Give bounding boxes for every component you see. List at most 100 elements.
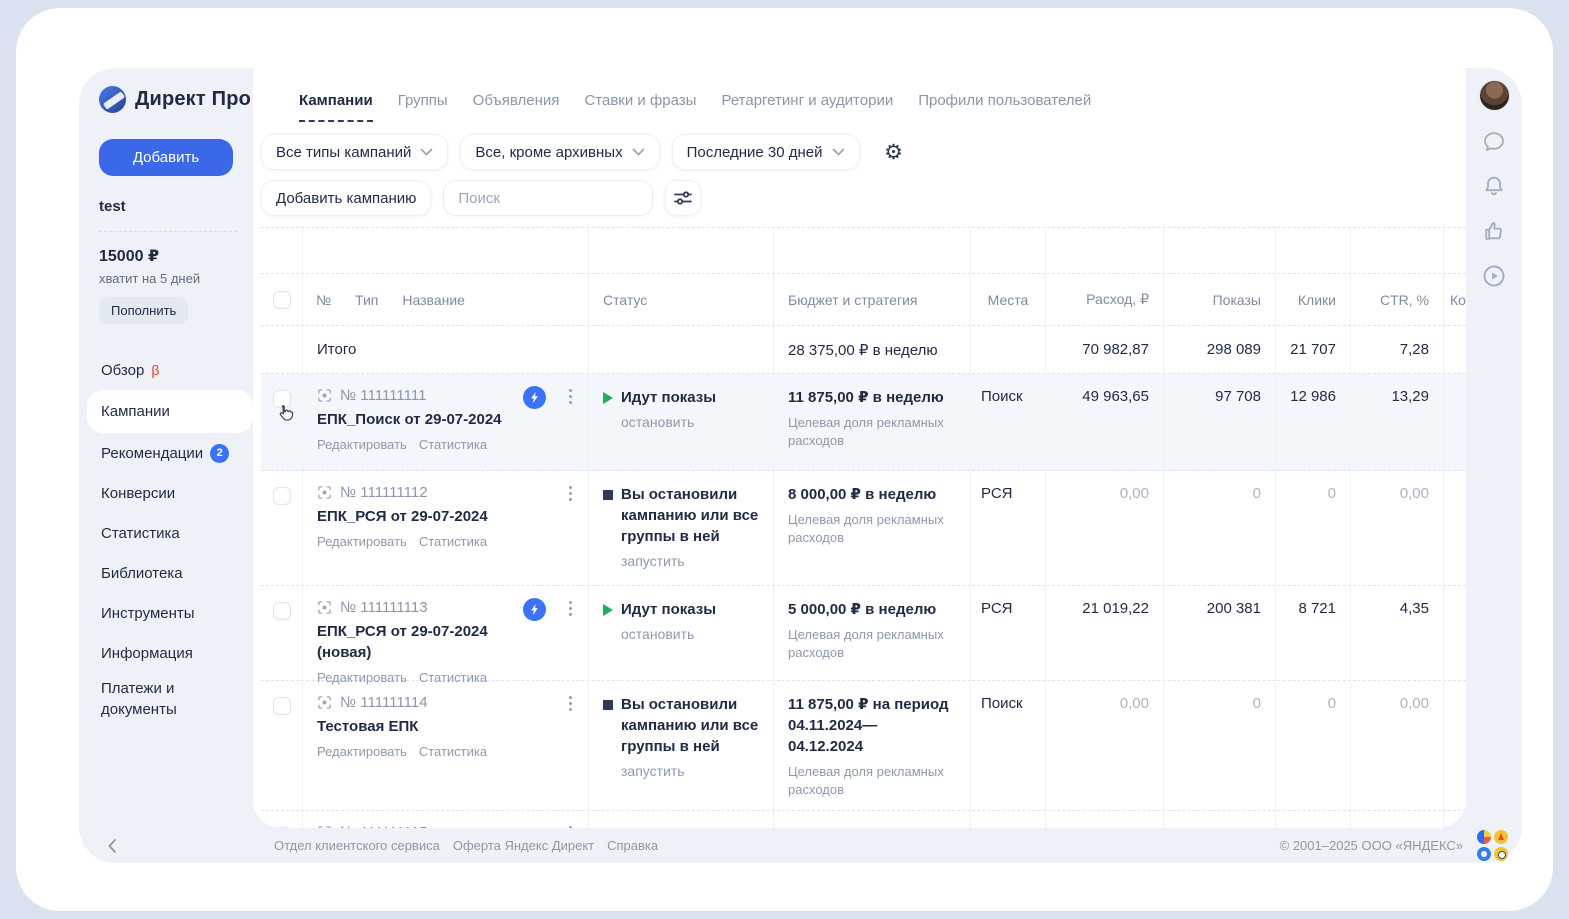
table-row: № 111111112 ЕПК_РСЯ от 29-07-2024 Редакт… xyxy=(261,471,1466,586)
right-icon-rail xyxy=(1466,68,1522,828)
user-avatar[interactable] xyxy=(1479,80,1510,111)
add-campaign-button[interactable]: Добавить кампанию xyxy=(261,180,431,216)
col-conversions-clipped[interactable]: Ко xyxy=(1444,274,1466,325)
start-link[interactable]: запустить xyxy=(621,553,763,569)
sidebar-item-statistics[interactable]: Статистика xyxy=(99,513,253,553)
impressions-value: 0 xyxy=(1164,811,1276,828)
col-type[interactable]: Тип xyxy=(355,292,378,308)
sidebar-item-campaigns[interactable]: Кампании xyxy=(87,390,253,433)
budget-amount: 11 875,00 ₽ на период 04.11.2024— 04.12.… xyxy=(788,694,956,757)
statistics-link[interactable]: Статистика xyxy=(419,744,487,759)
edit-link[interactable]: Редактировать xyxy=(317,437,407,452)
balance-note: хватит на 5 дней xyxy=(99,271,253,286)
edit-link[interactable]: Редактировать xyxy=(317,534,407,549)
ctr-value: 4,35 xyxy=(1351,586,1444,685)
chevron-left-icon xyxy=(107,838,117,854)
promo-widget-icons[interactable] xyxy=(1477,830,1508,861)
chat-button[interactable] xyxy=(1479,126,1509,156)
archive-filter-value: Все, кроме архивных xyxy=(475,144,622,161)
tab-user-profiles[interactable]: Профили пользователей xyxy=(918,92,1091,122)
feedback-button[interactable] xyxy=(1479,216,1509,246)
campaign-type-filter[interactable]: Все типы кампаний xyxy=(261,134,448,170)
sidebar-item-payments[interactable]: Платежи и документы xyxy=(99,673,253,725)
campaign-name[interactable]: Тестовая ЕПК xyxy=(317,716,588,737)
col-budget[interactable]: Бюджет и стратегия xyxy=(774,274,971,325)
beta-badge: β xyxy=(151,362,159,378)
row-menu-kebab[interactable] xyxy=(567,599,574,618)
search-input[interactable] xyxy=(443,180,653,216)
notifications-button[interactable] xyxy=(1479,171,1509,201)
row-checkbox[interactable] xyxy=(273,487,291,505)
ctr-value: 0,00 xyxy=(1351,471,1444,585)
settings-gear-button[interactable]: ⚙ xyxy=(876,134,912,170)
campaign-name[interactable]: ЕПК_Поиск от 29-07-2024 xyxy=(317,409,588,430)
tab-groups[interactable]: Группы xyxy=(398,92,448,122)
campaign-name[interactable]: ЕПК_РСЯ от 29-07-2024 xyxy=(317,506,588,527)
col-places[interactable]: Места xyxy=(971,274,1046,325)
select-all-checkbox[interactable] xyxy=(273,291,291,309)
col-cost[interactable]: Расход, ₽ xyxy=(1046,274,1164,325)
row-menu-kebab[interactable] xyxy=(567,387,574,406)
video-help-button[interactable] xyxy=(1479,261,1509,291)
top-tabs: Кампании Группы Объявления Ставки и фраз… xyxy=(253,68,1466,122)
col-name[interactable]: Название xyxy=(402,292,465,308)
campaign-type-icon xyxy=(317,600,332,615)
col-number[interactable]: № xyxy=(316,292,331,308)
campaign-name[interactable]: ЕПК_РСЯ от 29-07-2024 (новая) xyxy=(317,621,588,663)
sidebar-item-library[interactable]: Библиотека xyxy=(99,553,253,593)
sidebar-item-label: Инструменты xyxy=(101,605,195,622)
add-button[interactable]: Добавить xyxy=(99,139,233,176)
period-filter[interactable]: Последние 30 дней xyxy=(672,134,860,170)
topup-button[interactable]: Пополнить xyxy=(99,297,188,324)
stop-link[interactable]: остановить xyxy=(621,414,763,430)
sidebar-item-overview[interactable]: Обзор β xyxy=(99,350,253,390)
col-ctr[interactable]: CTR, % xyxy=(1351,274,1444,325)
boost-lightning-badge[interactable] xyxy=(523,598,546,621)
row-checkbox[interactable] xyxy=(273,602,291,620)
sidebar-item-recommendations[interactable]: Рекомендации 2 xyxy=(99,433,253,473)
row-menu-kebab[interactable] xyxy=(567,694,574,713)
row-checkbox[interactable] xyxy=(273,697,291,715)
tab-bids-phrases[interactable]: Ставки и фразы xyxy=(584,92,696,122)
cost-value: 0,00 xyxy=(1046,681,1164,810)
tab-ads[interactable]: Объявления xyxy=(473,92,560,122)
tab-campaigns[interactable]: Кампании xyxy=(299,92,373,122)
impressions-value: 0 xyxy=(1164,471,1276,585)
strategy-text: Целевая доля рекламных расходов xyxy=(788,763,956,799)
chevron-down-icon xyxy=(632,148,645,157)
campaign-type-icon xyxy=(317,388,332,403)
collapse-sidebar-button[interactable] xyxy=(107,838,127,854)
totals-impressions: 298 089 xyxy=(1164,326,1276,373)
start-link[interactable]: запустить xyxy=(621,763,763,779)
sidebar-item-information[interactable]: Информация xyxy=(99,633,253,673)
footer-links: Отдел клиентского сервиса Оферта Яндекс … xyxy=(274,838,658,853)
filter-settings-button[interactable] xyxy=(665,180,701,216)
stop-link[interactable]: остановить xyxy=(621,626,763,642)
col-status[interactable]: Статус xyxy=(589,274,774,325)
add-campaign-label: Добавить кампанию xyxy=(276,190,416,207)
table-spacer-row xyxy=(261,228,1466,274)
campaign-number: № 111111111 xyxy=(340,387,426,404)
statistics-link[interactable]: Статистика xyxy=(419,534,487,549)
statistics-link[interactable]: Статистика xyxy=(419,437,487,452)
sidebar-item-tools[interactable]: Инструменты xyxy=(99,593,253,633)
boost-lightning-badge[interactable] xyxy=(523,386,546,409)
archive-filter[interactable]: Все, кроме архивных xyxy=(460,134,659,170)
row-menu-kebab[interactable] xyxy=(567,484,574,503)
help-link[interactable]: Справка xyxy=(607,838,658,853)
totals-cost: 70 982,87 xyxy=(1046,326,1164,373)
col-impressions[interactable]: Показы xyxy=(1164,274,1276,325)
tab-retargeting[interactable]: Ретаргетинг и аудитории xyxy=(721,92,893,122)
client-service-link[interactable]: Отдел клиентского сервиса xyxy=(274,838,440,853)
filters-row: Все типы кампаний Все, кроме архивных По… xyxy=(253,122,1466,170)
brand-logo[interactable]: Директ Про xyxy=(99,86,253,113)
offer-link[interactable]: Оферта Яндекс Директ xyxy=(453,838,594,853)
sidebar-item-label: Статистика xyxy=(101,525,180,542)
col-clicks[interactable]: Клики xyxy=(1276,274,1351,325)
edit-link[interactable]: Редактировать xyxy=(317,744,407,759)
places-value: РСЯ xyxy=(971,586,1046,685)
sidebar-item-conversions[interactable]: Конверсии xyxy=(99,473,253,513)
status-stopped-icon xyxy=(603,700,613,710)
chevron-down-icon xyxy=(832,148,845,157)
ctr-value: 0,00 xyxy=(1351,811,1444,828)
